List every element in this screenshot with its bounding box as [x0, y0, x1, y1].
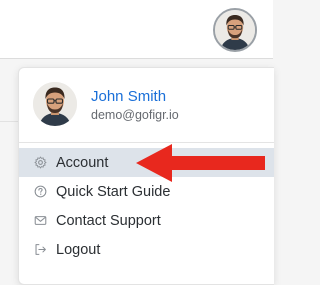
user-avatar-button[interactable] — [213, 8, 257, 52]
profile-email: demo@gofigr.io — [91, 108, 179, 122]
menu-item-logout[interactable]: Logout — [19, 235, 274, 264]
menu-list: Account Quick Start Guide Contact Suppor… — [19, 148, 274, 264]
user-avatar-icon — [215, 10, 255, 50]
user-avatar-icon — [33, 82, 77, 126]
menu-item-label: Account — [56, 154, 109, 171]
profile-name: John Smith — [91, 88, 167, 105]
menu-item-contact-support[interactable]: Contact Support — [19, 206, 274, 235]
help-circle-icon — [33, 185, 47, 199]
mail-icon — [33, 214, 47, 228]
menu-item-label: Contact Support — [56, 212, 161, 229]
menu-divider — [19, 142, 274, 143]
profile-header: John Smith demo@gofigr.io — [19, 68, 274, 142]
gear-icon — [33, 156, 47, 170]
logout-icon — [33, 243, 47, 257]
menu-item-quick-start-guide[interactable]: Quick Start Guide — [19, 177, 274, 206]
profile-avatar — [33, 82, 77, 126]
user-dropdown-menu: John Smith demo@gofigr.io Account Quick — [18, 67, 274, 285]
top-bar — [0, 0, 273, 59]
menu-item-label: Quick Start Guide — [56, 183, 171, 200]
menu-item-account[interactable]: Account — [19, 148, 274, 177]
menu-item-label: Logout — [56, 241, 101, 258]
